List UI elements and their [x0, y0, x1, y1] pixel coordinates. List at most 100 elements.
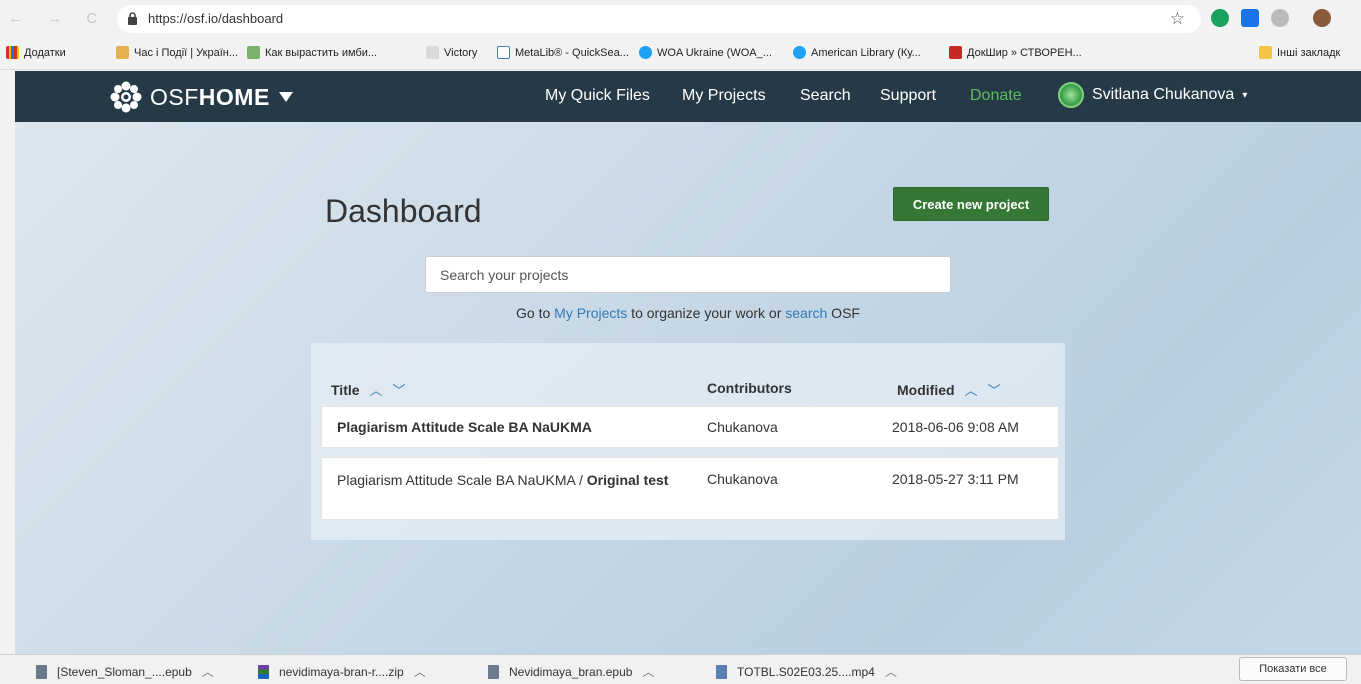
- row-modified: 2018-05-27 3:11 PM: [892, 471, 1019, 487]
- bookmark-star-icon[interactable]: ☆: [1170, 9, 1185, 29]
- extension-green-icon[interactable]: [1211, 9, 1229, 27]
- bookmark-label: Час і Події | Україн...: [134, 46, 239, 59]
- url-text: https://osf.io/dashboard: [148, 11, 284, 26]
- logo-text: OSFHOME: [150, 84, 270, 111]
- nav-donate[interactable]: Donate: [970, 87, 1022, 105]
- lock-icon: [128, 12, 137, 25]
- row-title[interactable]: Plagiarism Attitude Scale BA NaUKMA: [337, 419, 687, 435]
- bookmark-item[interactable]: Victory: [426, 46, 477, 59]
- extension-bookmark-icon[interactable]: [1241, 9, 1259, 27]
- extension-grey-icon[interactable]: [1271, 9, 1289, 27]
- osf-logo-icon: [110, 81, 142, 113]
- dashboard-main: Dashboard Create new project Go to My Pr…: [15, 122, 1361, 654]
- bookmark-item[interactable]: ДокШир » СТВОРЕН...: [949, 46, 1082, 59]
- browser-nav-buttons[interactable]: ← → C: [8, 10, 107, 27]
- download-shelf: [Steven_Sloman_....epub ︿ nevidimaya-bra…: [0, 654, 1361, 684]
- show-all-downloads-button[interactable]: Показати все: [1239, 657, 1347, 681]
- site-favicon-icon: [247, 46, 260, 59]
- profile-avatar-icon[interactable]: [1313, 9, 1331, 27]
- chevron-up-icon[interactable]: ︿: [414, 663, 426, 680]
- bookmark-other[interactable]: Інші закладк: [1259, 46, 1340, 59]
- address-bar[interactable]: https://osf.io/dashboard ☆: [117, 5, 1201, 33]
- download-filename: [Steven_Sloman_....epub: [57, 664, 192, 679]
- video-file-icon: [716, 664, 727, 679]
- folder-icon: [1259, 46, 1272, 59]
- caret-down-icon: ▾: [1242, 89, 1248, 101]
- logo-prefix: OSF: [150, 83, 199, 110]
- user-name: Svitlana Chukanova: [1092, 86, 1235, 103]
- search-osf-link[interactable]: search: [785, 305, 827, 321]
- twitter-icon: [793, 46, 806, 59]
- header-title-label: Title: [331, 381, 360, 398]
- bookmark-label: Victory: [444, 46, 478, 59]
- bookmark-label: Додатки: [24, 46, 66, 59]
- osf-navbar: OSFHOME My Quick Files My Projects Searc…: [15, 71, 1361, 122]
- nav-support[interactable]: Support: [880, 87, 936, 105]
- download-filename: TOTBL.S02E03.25....mp4: [737, 664, 875, 679]
- nav-search[interactable]: Search: [800, 87, 851, 105]
- caret-down-icon[interactable]: [278, 91, 294, 103]
- download-item[interactable]: TOTBL.S02E03.25....mp4 ︿: [716, 663, 897, 680]
- user-menu[interactable]: Svitlana Chukanova ▾: [1058, 82, 1247, 108]
- bookmark-label: Как вырастить имби...: [265, 46, 378, 59]
- bookmark-item[interactable]: Как вырастить имби...: [247, 46, 377, 59]
- twitter-icon: [639, 46, 652, 59]
- table-row[interactable]: Plagiarism Attitude Scale BA NaUKMA / Or…: [321, 457, 1059, 520]
- nav-my-quick-files[interactable]: My Quick Files: [545, 87, 650, 105]
- goto-middle: to organize your work or: [627, 305, 786, 321]
- row-modified: 2018-06-06 9:08 AM: [892, 419, 1019, 435]
- title-bold: Original test: [586, 472, 669, 488]
- goto-suffix: OSF: [827, 305, 860, 321]
- table-row[interactable]: Plagiarism Attitude Scale BA NaUKMA Chuk…: [321, 406, 1059, 448]
- search-projects-input[interactable]: [425, 256, 951, 293]
- logo-bold: HOME: [198, 83, 270, 110]
- file-icon: [488, 664, 499, 679]
- browser-toolbar: ← → C https://osf.io/dashboard ☆: [0, 0, 1361, 38]
- my-projects-link[interactable]: My Projects: [554, 305, 627, 321]
- goto-prefix: Go to: [516, 305, 555, 321]
- title-bold: Plagiarism Attitude Scale BA NaUKMA: [337, 419, 592, 435]
- sort-ascending-icon[interactable]: ︿: [370, 380, 383, 399]
- site-favicon-icon: [116, 46, 129, 59]
- header-title: Title ︿ ﹀: [331, 380, 406, 399]
- bookmarks-bar: Додатки Час і Події | Україн... Как выра…: [0, 38, 1361, 70]
- chevron-up-icon[interactable]: ︿: [642, 663, 654, 680]
- bookmark-label: ДокШир » СТВОРЕН...: [967, 46, 1082, 59]
- chevron-up-icon[interactable]: ︿: [202, 663, 214, 680]
- page-title: Dashboard: [325, 193, 482, 229]
- site-favicon-icon: [497, 46, 510, 59]
- bookmark-item[interactable]: WOA Ukraine (WOA_...: [639, 46, 772, 59]
- chevron-up-icon[interactable]: ︿: [885, 663, 897, 680]
- header-contributors-label: Contributors: [707, 380, 792, 396]
- bookmark-item[interactable]: American Library (Ку...: [793, 46, 921, 59]
- download-item[interactable]: [Steven_Sloman_....epub ︿: [36, 663, 214, 680]
- sort-ascending-icon[interactable]: ︿: [965, 380, 978, 399]
- download-filename: nevidimaya-bran-r....zip: [279, 664, 404, 679]
- sort-descending-icon[interactable]: ﹀: [988, 380, 1001, 399]
- title-plain: Plagiarism Attitude Scale BA NaUKMA /: [337, 472, 587, 488]
- row-contributors: Chukanova: [707, 419, 778, 435]
- site-favicon-icon: [949, 46, 962, 59]
- file-icon: [36, 664, 47, 679]
- header-contributors: Contributors: [707, 380, 792, 396]
- download-item[interactable]: Nevidimaya_bran.epub ︿: [488, 663, 654, 680]
- bookmark-label: WOA Ukraine (WOA_...: [657, 46, 772, 59]
- apps-grid-icon: [6, 46, 19, 59]
- row-contributors: Chukanova: [707, 471, 778, 487]
- bookmark-label: American Library (Ку...: [811, 46, 921, 59]
- osf-home-logo[interactable]: OSFHOME: [110, 81, 294, 113]
- archive-icon: [258, 664, 269, 679]
- header-modified: Modified ︿ ﹀: [897, 380, 1001, 399]
- download-filename: Nevidimaya_bran.epub: [509, 664, 633, 679]
- bookmark-item[interactable]: Час і Події | Україн...: [116, 46, 238, 59]
- nav-my-projects[interactable]: My Projects: [682, 87, 766, 105]
- bookmark-apps[interactable]: Додатки: [6, 46, 66, 59]
- sort-descending-icon[interactable]: ﹀: [393, 380, 406, 399]
- goto-hint: Go to My Projects to organize your work …: [425, 305, 951, 321]
- bookmark-label: Інші закладк: [1277, 46, 1341, 59]
- create-new-project-button[interactable]: Create new project: [893, 187, 1049, 221]
- bookmark-item[interactable]: MetaLib® - QuickSea...: [497, 46, 629, 59]
- row-title[interactable]: Plagiarism Attitude Scale BA NaUKMA / Or…: [337, 471, 682, 490]
- projects-table: Title ︿ ﹀ Contributors Modified ︿ ﹀ Plag…: [311, 343, 1065, 540]
- download-item[interactable]: nevidimaya-bran-r....zip ︿: [258, 663, 426, 680]
